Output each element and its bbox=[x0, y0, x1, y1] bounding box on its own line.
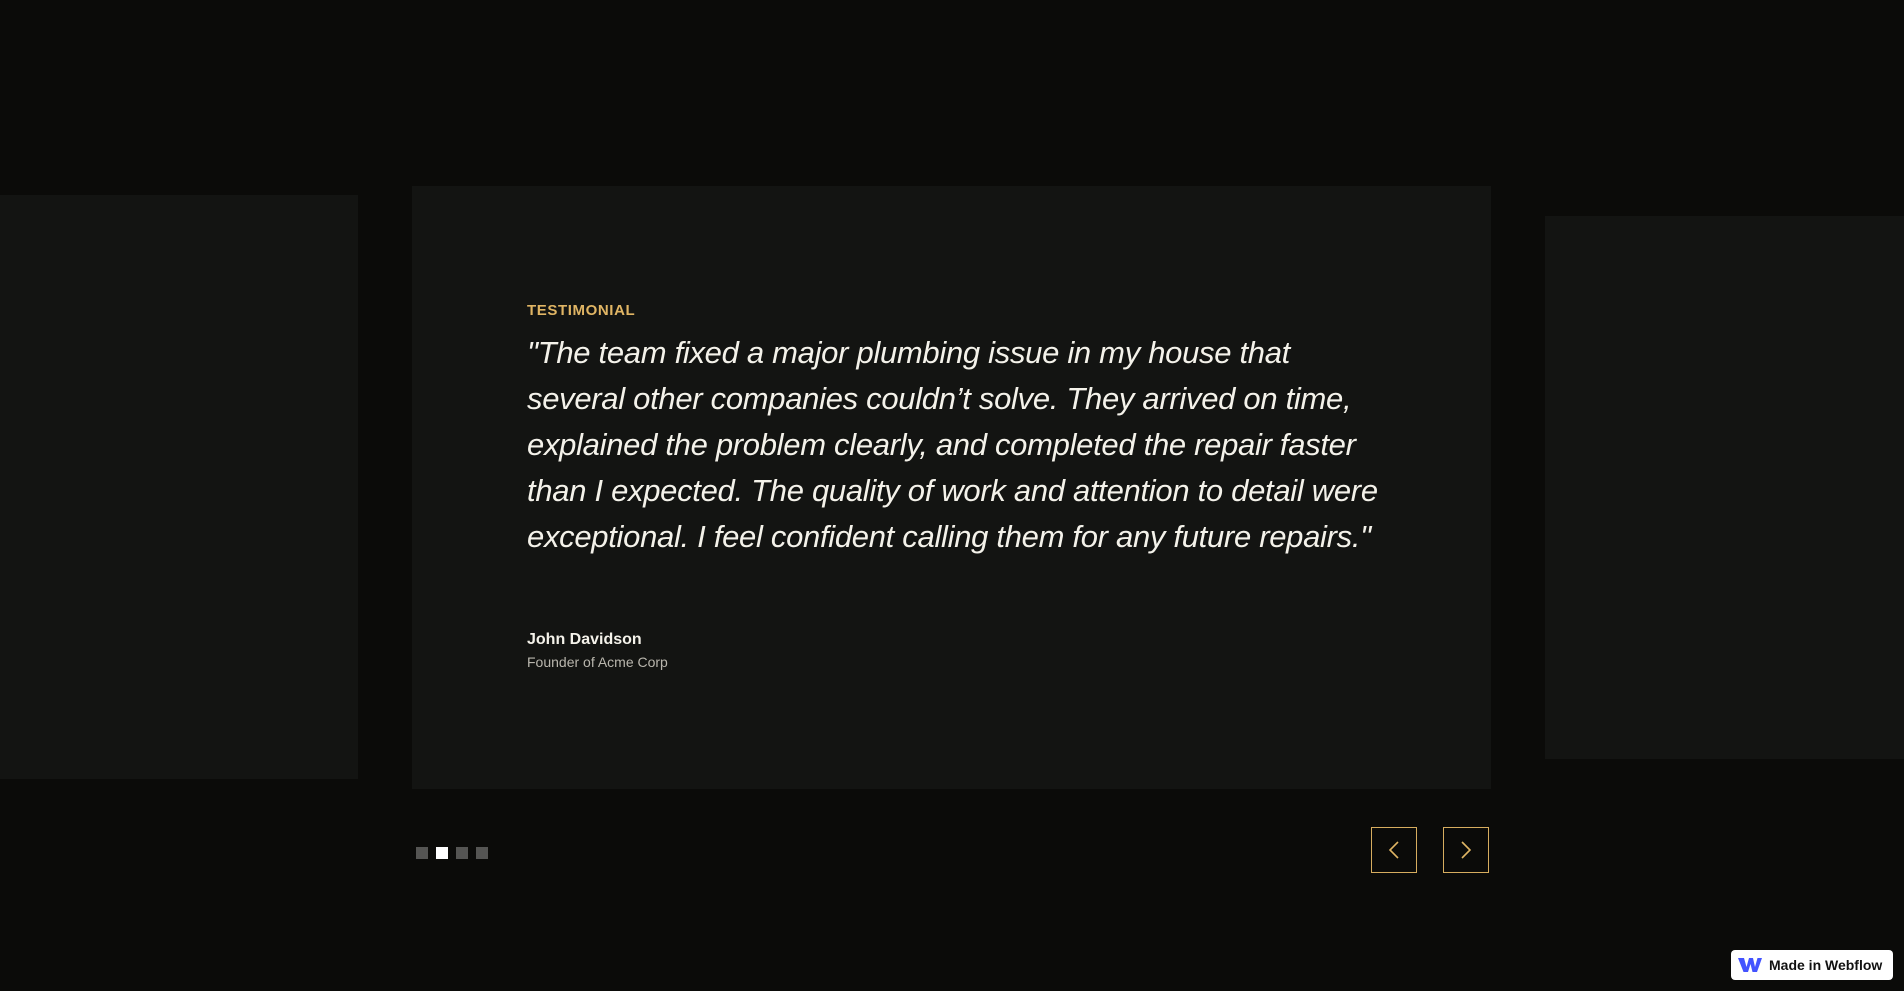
slide-dot-3[interactable] bbox=[456, 847, 468, 859]
made-in-webflow-badge[interactable]: Made in Webflow bbox=[1731, 950, 1893, 980]
testimonial-section: TESTIMONIAL "The team fixed a major plum… bbox=[0, 0, 1904, 991]
next-slide-button[interactable] bbox=[1443, 827, 1489, 873]
slider-pagination bbox=[416, 847, 488, 859]
webflow-logo-icon bbox=[1738, 958, 1762, 972]
previous-slide-card bbox=[0, 195, 358, 779]
slide-dot-1[interactable] bbox=[416, 847, 428, 859]
testimonial-quote: "The team fixed a major plumbing issue i… bbox=[527, 335, 1378, 554]
badge-label: Made in Webflow bbox=[1769, 957, 1883, 973]
chevron-right-icon bbox=[1461, 841, 1472, 859]
testimonial-card: TESTIMONIAL "The team fixed a major plum… bbox=[412, 186, 1491, 789]
slide-dot-2[interactable] bbox=[436, 847, 448, 859]
testimonial-eyebrow: TESTIMONIAL bbox=[527, 302, 636, 319]
slide-dot-4[interactable] bbox=[476, 847, 488, 859]
next-slide-card bbox=[1545, 216, 1904, 759]
previous-slide-button[interactable] bbox=[1371, 827, 1417, 873]
chevron-left-icon bbox=[1388, 841, 1399, 859]
author-role: Founder of Acme Corp bbox=[527, 654, 668, 670]
author-name: John Davidson bbox=[527, 631, 642, 648]
